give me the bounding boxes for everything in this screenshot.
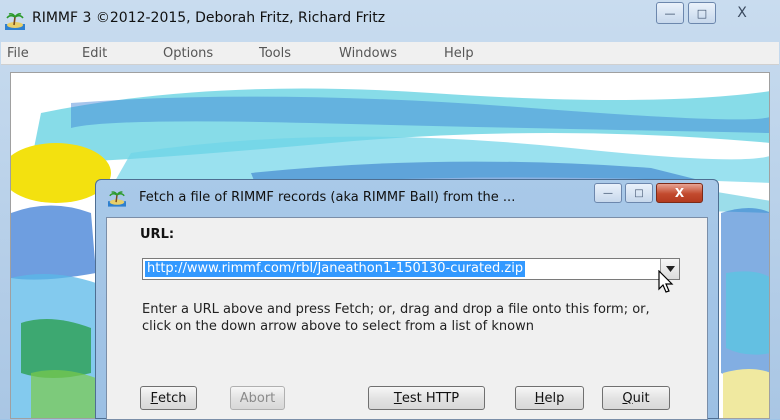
test-http-button[interactable]: Test HTTP	[368, 386, 485, 410]
maximize-button[interactable]: □	[688, 2, 716, 24]
url-combobox[interactable]: http://www.rimmf.com/rbl/Janeathon1-1501…	[142, 258, 680, 280]
fetch-label: etch	[158, 390, 187, 406]
palm-tree-island-icon	[5, 13, 25, 30]
window-controls: — □ X	[656, 2, 768, 30]
abort-label: Abort	[239, 390, 276, 406]
quit-label: uit	[632, 390, 650, 406]
menu-file[interactable]: File	[7, 46, 29, 61]
menu-bar: File Edit Options Tools Windows Help	[1, 42, 779, 65]
close-icon: X	[674, 186, 685, 200]
dialog-title: Fetch a file of RIMMF records (aka RIMMF…	[139, 190, 516, 205]
close-icon: X	[737, 5, 747, 21]
fetch-mnemonic: F	[150, 390, 158, 406]
url-label: URL:	[140, 227, 175, 242]
dialog-window-controls: — □ X	[594, 183, 706, 203]
minimize-icon: —	[603, 187, 613, 199]
menu-windows[interactable]: Windows	[339, 46, 397, 61]
palm-tree-island-icon	[108, 191, 126, 207]
fetch-dialog: Fetch a file of RIMMF records (aka RIMMF…	[95, 179, 719, 420]
quit-button[interactable]: Quit	[602, 386, 670, 410]
window-title: RIMMF 3 ©2012-2015, Deborah Fritz, Richa…	[32, 10, 386, 26]
maximize-icon: □	[634, 187, 644, 199]
menu-options[interactable]: Options	[163, 46, 213, 61]
quit-mnemonic: Q	[622, 390, 633, 406]
dialog-close-button[interactable]: X	[656, 183, 703, 203]
url-input[interactable]: http://www.rimmf.com/rbl/Janeathon1-1501…	[145, 261, 526, 277]
help-label: elp	[544, 390, 565, 406]
mouse-pointer-icon	[658, 270, 674, 293]
menu-help[interactable]: Help	[444, 46, 474, 61]
minimize-icon: —	[664, 6, 676, 20]
main-title-bar[interactable]: RIMMF 3 ©2012-2015, Deborah Fritz, Richa…	[0, 0, 780, 42]
close-button[interactable]: X	[720, 2, 764, 24]
abort-button: Abort	[230, 386, 285, 410]
test-http-mnemonic: T	[393, 390, 402, 406]
help-mnemonic: H	[534, 390, 545, 406]
dialog-minimize-button[interactable]: —	[594, 183, 622, 203]
menu-edit[interactable]: Edit	[82, 46, 107, 61]
dialog-maximize-button[interactable]: □	[625, 183, 653, 203]
test-http-label: est HTTP	[401, 390, 460, 406]
help-button[interactable]: Help	[515, 386, 584, 410]
instructions-text: Enter a URL above and press Fetch; or, d…	[142, 302, 650, 334]
menu-tools[interactable]: Tools	[259, 46, 291, 61]
dialog-body: URL: http://www.rimmf.com/rbl/Janeathon1…	[106, 217, 708, 420]
minimize-button[interactable]: —	[656, 2, 684, 24]
maximize-icon: □	[696, 6, 708, 20]
fetch-button[interactable]: Fetch	[140, 386, 197, 410]
